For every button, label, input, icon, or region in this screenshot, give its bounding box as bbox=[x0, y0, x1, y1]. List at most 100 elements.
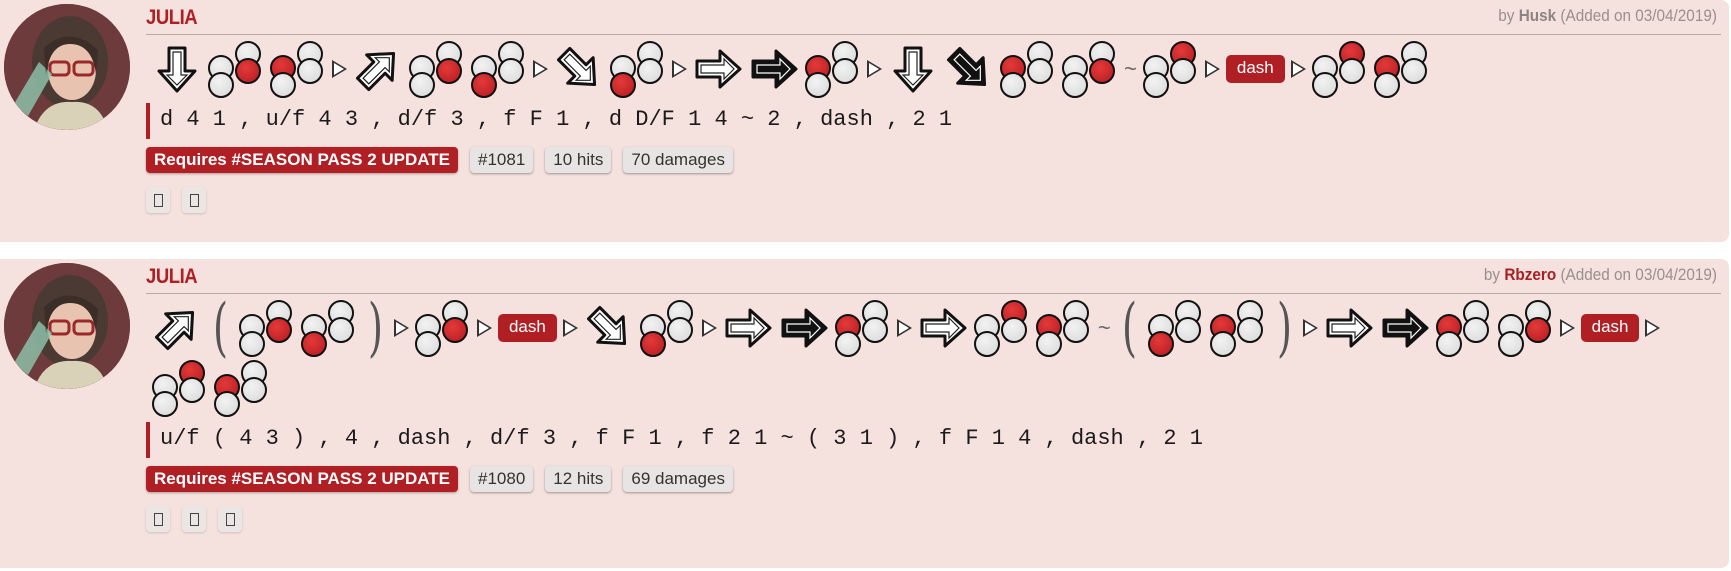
combo-notation: d 4 1 , u/f 4 3 , d/f 3 , f F 1 , d D/F … bbox=[146, 103, 1721, 139]
close-paren: ) bbox=[1276, 291, 1292, 365]
button-3-circle bbox=[1142, 72, 1169, 98]
button-3-circle bbox=[973, 331, 1000, 357]
button-3-circle bbox=[270, 72, 296, 98]
button-3-circle bbox=[1062, 72, 1088, 98]
button-3-circle bbox=[639, 331, 666, 357]
button-4-circle bbox=[1169, 58, 1196, 84]
forward-hold-arrow-icon bbox=[779, 300, 829, 356]
missing-glyph-icon bbox=[153, 193, 163, 207]
button-4-circle bbox=[1174, 317, 1201, 343]
button-press-icon bbox=[208, 39, 264, 99]
down-forward-arrow-icon bbox=[554, 41, 604, 97]
forward-arrow-icon bbox=[1324, 300, 1374, 356]
button-4-circle bbox=[1236, 317, 1263, 343]
button-4-circle bbox=[265, 317, 292, 343]
up-forward-arrow-icon bbox=[152, 300, 202, 356]
next-step-icon bbox=[1204, 60, 1220, 78]
button-press-icon bbox=[805, 39, 861, 99]
author-link[interactable]: Rbzero bbox=[1504, 265, 1556, 284]
input-sequence: ~ dash bbox=[146, 39, 1712, 99]
button-press-icon bbox=[1062, 39, 1118, 99]
button-press-icon bbox=[471, 39, 527, 99]
button-press-icon bbox=[1209, 298, 1266, 358]
dash-badge: dash bbox=[497, 314, 557, 342]
next-step-icon bbox=[1559, 319, 1575, 337]
next-step-icon bbox=[672, 60, 687, 78]
button-press-icon bbox=[270, 39, 326, 99]
button-press-icon bbox=[610, 39, 666, 99]
button-press-icon bbox=[409, 39, 465, 99]
character-name[interactable]: JULIA bbox=[146, 6, 198, 30]
open-paren: ( bbox=[212, 291, 228, 365]
button-4-circle bbox=[1524, 317, 1551, 343]
button-3-circle bbox=[409, 72, 435, 98]
button-press-icon bbox=[152, 358, 208, 418]
button-4-circle bbox=[1338, 58, 1365, 84]
hits-badge: 10 hits bbox=[545, 147, 612, 173]
button-3-circle bbox=[1497, 331, 1524, 357]
button-press-icon bbox=[414, 298, 471, 358]
button-press-icon bbox=[214, 358, 270, 418]
button-3-circle bbox=[414, 331, 441, 357]
character-name[interactable]: JULIA bbox=[146, 265, 198, 289]
button-press-icon bbox=[1142, 39, 1199, 99]
author-link[interactable]: Husk bbox=[1519, 6, 1556, 25]
combo-meta: by Husk (Added on 03/04/2019) bbox=[1498, 6, 1717, 25]
button-3-circle bbox=[1311, 72, 1338, 98]
up-forward-arrow-icon bbox=[353, 41, 403, 97]
combo-id-badge[interactable]: #1080 bbox=[470, 466, 534, 492]
next-step-icon bbox=[476, 319, 492, 337]
action-button[interactable] bbox=[182, 506, 206, 532]
combo-id-badge[interactable]: #1081 bbox=[470, 147, 534, 173]
missing-glyph-icon bbox=[189, 193, 199, 207]
next-step-icon bbox=[701, 319, 717, 337]
added-date: (Added on 03/04/2019) bbox=[1560, 265, 1717, 284]
button-3-circle bbox=[1435, 331, 1462, 357]
next-step-icon bbox=[562, 319, 578, 337]
character-avatar bbox=[4, 263, 130, 389]
button-4-circle bbox=[1062, 317, 1089, 343]
added-date: (Added on 03/04/2019) bbox=[1560, 6, 1717, 25]
action-button[interactable] bbox=[146, 187, 170, 213]
open-paren: ( bbox=[1121, 291, 1137, 365]
button-4-circle bbox=[327, 317, 354, 343]
missing-glyph-icon bbox=[153, 512, 163, 526]
button-press-icon bbox=[1000, 39, 1056, 99]
next-step-icon bbox=[1302, 319, 1318, 337]
button-4-circle bbox=[637, 58, 663, 84]
action-button[interactable] bbox=[218, 506, 242, 532]
button-3-circle bbox=[208, 72, 234, 98]
button-press-icon bbox=[973, 298, 1030, 358]
button-3-circle bbox=[1147, 331, 1174, 357]
close-paren: ) bbox=[367, 291, 383, 365]
missing-glyph-icon bbox=[225, 512, 235, 526]
button-4-circle bbox=[241, 377, 267, 403]
input-sequence: () dash ~ () dash bbox=[146, 291, 1712, 418]
next-step-icon bbox=[1290, 60, 1306, 78]
action-button[interactable] bbox=[146, 506, 170, 532]
next-step-icon bbox=[332, 60, 347, 78]
button-4-circle bbox=[1027, 58, 1053, 84]
down-arrow-icon bbox=[888, 41, 938, 97]
combo-notation: u/f ( 4 3 ) , 4 , dash , d/f 3 , f F 1 ,… bbox=[146, 422, 1721, 458]
down-forward-hold-arrow-icon bbox=[944, 41, 994, 97]
requirement-badge[interactable]: Requires #SEASON PASS 2 UPDATE bbox=[146, 466, 459, 492]
button-press-icon bbox=[1035, 298, 1092, 358]
button-3-circle bbox=[834, 331, 861, 357]
button-4-circle bbox=[666, 317, 693, 343]
button-press-icon bbox=[834, 298, 891, 358]
action-button[interactable] bbox=[182, 187, 206, 213]
action-buttons bbox=[146, 187, 1721, 213]
button-3-circle bbox=[1373, 72, 1400, 98]
next-step-icon bbox=[533, 60, 548, 78]
button-3-circle bbox=[1035, 331, 1062, 357]
forward-arrow-icon bbox=[693, 41, 743, 97]
next-step-icon bbox=[896, 319, 912, 337]
button-press-icon bbox=[639, 298, 696, 358]
combo-card: JULIA by Rbzero (Added on 03/04/2019) ()… bbox=[0, 259, 1729, 568]
requirement-badge[interactable]: Requires #SEASON PASS 2 UPDATE bbox=[146, 147, 459, 173]
button-3-circle bbox=[238, 331, 265, 357]
button-press-icon bbox=[1373, 39, 1430, 99]
combo-card: JULIA by Husk (Added on 03/04/2019) ~ das… bbox=[0, 0, 1729, 242]
forward-arrow-icon bbox=[723, 300, 773, 356]
